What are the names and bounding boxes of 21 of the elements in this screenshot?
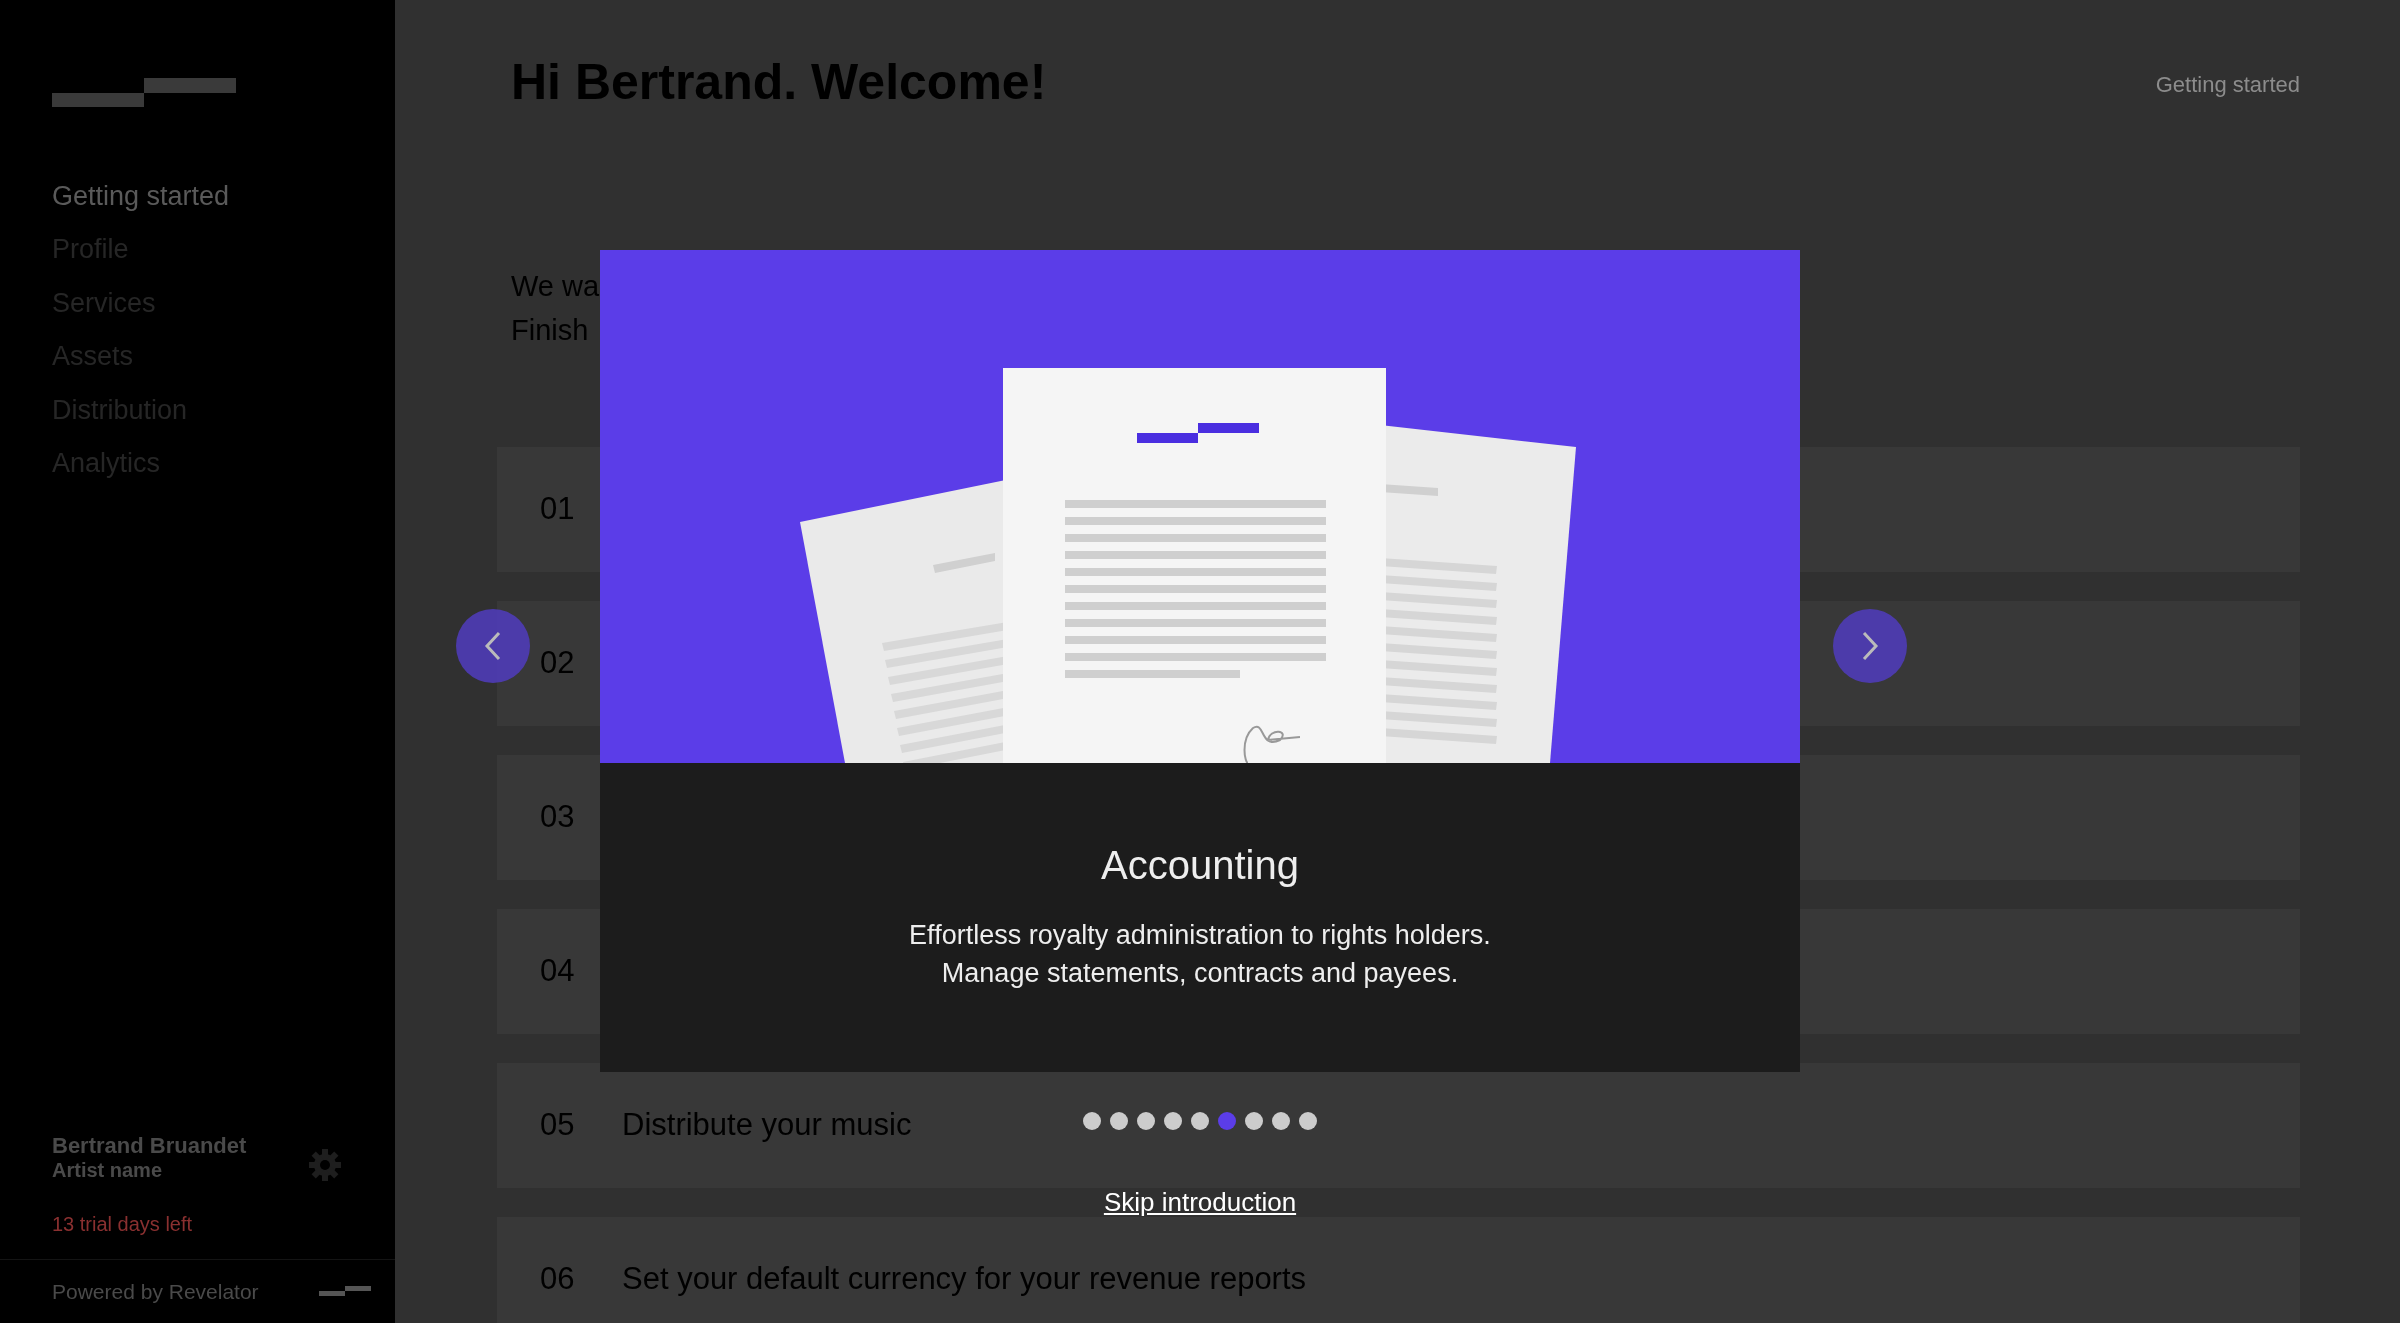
chevron-left-icon: [484, 631, 502, 661]
step-number: 03: [540, 798, 576, 837]
trial-notice: 13 trial days left: [52, 1211, 194, 1237]
breadcrumb-text: Getting started: [2155, 71, 2300, 99]
skip-link[interactable]: Skip introduction: [1103, 1188, 1297, 1217]
step-number: 06: [540, 1260, 576, 1299]
step-number: 01: [540, 490, 576, 529]
step-number: 02: [540, 644, 576, 683]
chevron-right-icon: [1861, 631, 1879, 661]
step-number: 04: [540, 952, 576, 991]
user-name: Bertrand Bruandet: [52, 1134, 247, 1159]
step-number: 05: [540, 1106, 576, 1145]
logo-icon: [52, 78, 236, 108]
powered-by-text: Powered by Revelator: [52, 1278, 259, 1305]
user-role: Artist name: [52, 1158, 164, 1181]
slide-description: Effortless royalty administration to rights holders. Manage statements, contracts and payees.: [908, 919, 1492, 990]
step-label: Distribute your music: [622, 1106, 912, 1145]
nav-item[interactable]: Getting started: [52, 180, 230, 213]
logo-icon: [319, 1286, 371, 1297]
step-label: Set your default currency for your revenue reports: [622, 1260, 1307, 1299]
slide-title: Accounting: [1100, 842, 1300, 889]
